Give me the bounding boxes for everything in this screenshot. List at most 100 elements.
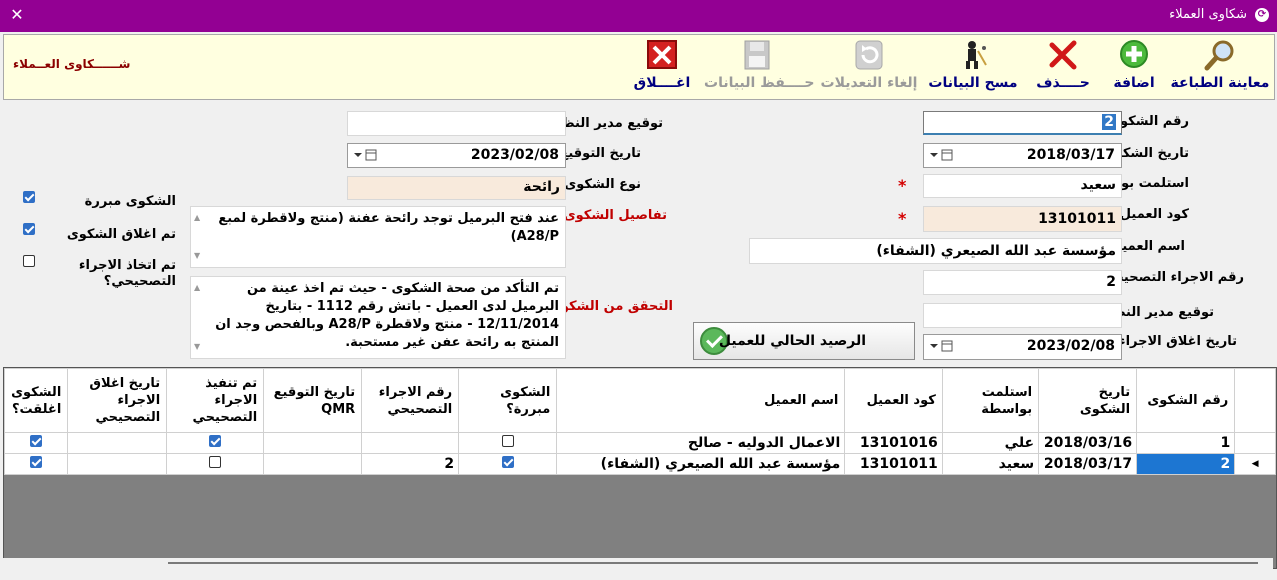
row-indicator-header [1234, 368, 1276, 433]
executed-checkbox[interactable] [209, 435, 222, 447]
add-button[interactable]: اضافة [1106, 39, 1162, 95]
column-header[interactable]: تاريخ الشكوى [1038, 368, 1138, 433]
close-door-icon [647, 40, 677, 69]
column-header[interactable]: تاريخ اغلاق الاجراء التصحيحي [67, 368, 168, 433]
undo-icon [855, 40, 883, 70]
complaint-type-field[interactable]: رائحة [347, 176, 566, 200]
column-header[interactable]: الشكوى مبررة؟ [458, 368, 558, 433]
plus-icon [1120, 40, 1148, 68]
close-button[interactable]: اغــــلاق [630, 39, 694, 95]
cell-received-by[interactable]: علي [941, 432, 1040, 454]
close-date-label: تاريخ اغلاق الاجراء [1118, 334, 1237, 349]
clear-data-button[interactable]: مسح البيانات [928, 39, 1018, 95]
column-header[interactable]: تم تنفيذ الاجراء التصحيحي [166, 368, 265, 433]
action-taken-checkbox[interactable] [23, 255, 35, 267]
undo-changes-button[interactable]: إلغاء التعديلات [819, 39, 919, 95]
table-row[interactable]: 1 2018/03/16 علي 13101016 الاعمال الدولي… [4, 432, 1276, 454]
cell-executed[interactable] [166, 432, 265, 454]
manager-signature-field-right[interactable] [923, 303, 1122, 328]
scrollbar[interactable]: ▲ ▼ [191, 207, 205, 267]
cell-date[interactable]: 2018/03/17 [1038, 453, 1138, 475]
horizontal-scrollbar[interactable] [3, 558, 1273, 570]
column-header[interactable]: اسم العميل [556, 368, 846, 433]
closed-label: تم اغلاق الشكوى [66, 227, 176, 242]
cell-customer-code[interactable]: 13101011 [844, 453, 943, 475]
cell-justified[interactable] [458, 453, 558, 475]
column-header[interactable]: تاريخ التوقيع QMR [263, 368, 363, 433]
complaint-date-picker[interactable]: 2018/03/17 [923, 143, 1122, 168]
cell-complaint-no[interactable]: 2 [1136, 453, 1236, 475]
scrollbar-thumb[interactable] [168, 562, 1258, 564]
row-indicator[interactable] [1234, 432, 1276, 454]
cell-closed[interactable] [4, 432, 69, 454]
cell-customer-name[interactable]: الاعمال الدوليه - صالح [556, 432, 846, 454]
cell-close-date[interactable] [67, 432, 168, 454]
corrective-no-label: رقم الاجراء التصحيحي [1101, 270, 1244, 285]
closed-checkbox[interactable] [23, 223, 35, 235]
window-title: شكاوى العملاء [1169, 7, 1247, 22]
customer-name-field[interactable]: مؤسسة عبد الله الصيعري (الشفاء) [749, 238, 1122, 264]
print-preview-button[interactable]: معاينة الطباعة [1170, 39, 1270, 95]
x-delete-icon [1049, 40, 1077, 70]
justified-checkbox[interactable] [501, 435, 514, 447]
save-data-button[interactable]: حــــفظ البيانات [704, 39, 815, 95]
corrective-no-field[interactable]: 2 [923, 270, 1122, 295]
complaint-no-field[interactable]: 2 [923, 111, 1122, 135]
cell-corrective-no[interactable]: 2 [361, 453, 460, 475]
cell-received-by[interactable]: سعيد [941, 453, 1040, 475]
cell-qmr-date[interactable] [263, 432, 363, 454]
details-textarea[interactable]: عند فتح البرميل توجد رائحة عفنة (منتج ول… [190, 206, 566, 268]
table-header: رقم الشكوى تاريخ الشكوى استلمت بواسطة كو… [4, 368, 1276, 433]
column-header[interactable]: رقم الاجراء التصحيحي [361, 368, 460, 433]
close-date-picker[interactable]: 2023/02/08 [923, 334, 1122, 360]
cell-complaint-no[interactable]: 1 [1136, 432, 1236, 454]
table-row[interactable]: ◀ 2 2018/03/17 سعيد 13101011 مؤسسة عبد ا… [4, 453, 1276, 475]
cell-date[interactable]: 2018/03/16 [1038, 432, 1138, 454]
closed-checkbox[interactable] [30, 456, 43, 468]
toolbar-header: شــــــكاوى العــملاء [13, 57, 131, 71]
calendar-dropdown-icon[interactable] [928, 339, 956, 353]
magnifier-icon [1204, 40, 1234, 71]
verification-textarea[interactable]: تم التأكد من صحة الشكوى - حيث تم اخذ عين… [190, 276, 566, 359]
required-star: * [898, 209, 907, 228]
justified-checkbox[interactable] [501, 456, 514, 468]
cell-closed[interactable] [4, 453, 69, 475]
title-bar: ⟳ شكاوى العملاء ✕ [0, 0, 1277, 32]
action-taken-label: تم اتخاذ الاجراء التصحيحي؟ [78, 258, 176, 289]
cell-corrective-no[interactable] [361, 432, 460, 454]
calendar-dropdown-icon[interactable] [928, 148, 956, 162]
customer-code-field[interactable]: 13101011 [923, 206, 1122, 232]
customer-code-label: كود العميل [1119, 207, 1189, 222]
delete-button[interactable]: حــــذف [1028, 39, 1098, 95]
manager-signature-field-left[interactable] [347, 111, 566, 136]
cell-customer-code[interactable]: 13101016 [844, 432, 943, 454]
row-indicator[interactable]: ◀ [1234, 453, 1276, 475]
verification-label: التحقق من الشكوى [548, 299, 673, 314]
app-icon: ⟳ [1255, 8, 1269, 22]
executed-checkbox[interactable] [209, 456, 222, 468]
justified-checkbox[interactable] [23, 191, 35, 203]
cell-executed[interactable] [166, 453, 265, 475]
cell-close-date[interactable] [67, 453, 168, 475]
sign-date-label: تاريخ التوقيع [559, 146, 641, 161]
complaint-type-label: نوع الشكوى [564, 177, 641, 192]
save-disk-icon [744, 40, 769, 70]
cell-customer-name[interactable]: مؤسسة عبد الله الصيعري (الشفاء) [556, 453, 846, 475]
cell-justified[interactable] [458, 432, 558, 454]
current-balance-button[interactable]: الرصيد الحالي للعميل [693, 322, 915, 360]
complaints-grid: رقم الشكوى تاريخ الشكوى استلمت بواسطة كو… [3, 367, 1277, 569]
complaints-table: رقم الشكوى تاريخ الشكوى استلمت بواسطة كو… [4, 368, 1276, 475]
column-header[interactable]: كود العميل [844, 368, 943, 433]
close-icon[interactable]: ✕ [8, 5, 26, 25]
justified-label: الشكوى مبررة [84, 194, 176, 209]
received-by-field[interactable]: سعيد [923, 174, 1122, 198]
column-header[interactable]: الشكوى اغلقت؟ [4, 368, 69, 433]
closed-checkbox[interactable] [30, 435, 43, 447]
broom-man-icon [966, 41, 987, 69]
cell-qmr-date[interactable] [263, 453, 363, 475]
calendar-dropdown-icon[interactable] [352, 148, 380, 162]
scrollbar[interactable]: ▲ ▼ [191, 277, 205, 358]
sign-date-picker[interactable]: 2023/02/08 [347, 143, 566, 168]
column-header[interactable]: رقم الشكوى [1136, 368, 1236, 433]
column-header[interactable]: استلمت بواسطة [941, 368, 1040, 433]
